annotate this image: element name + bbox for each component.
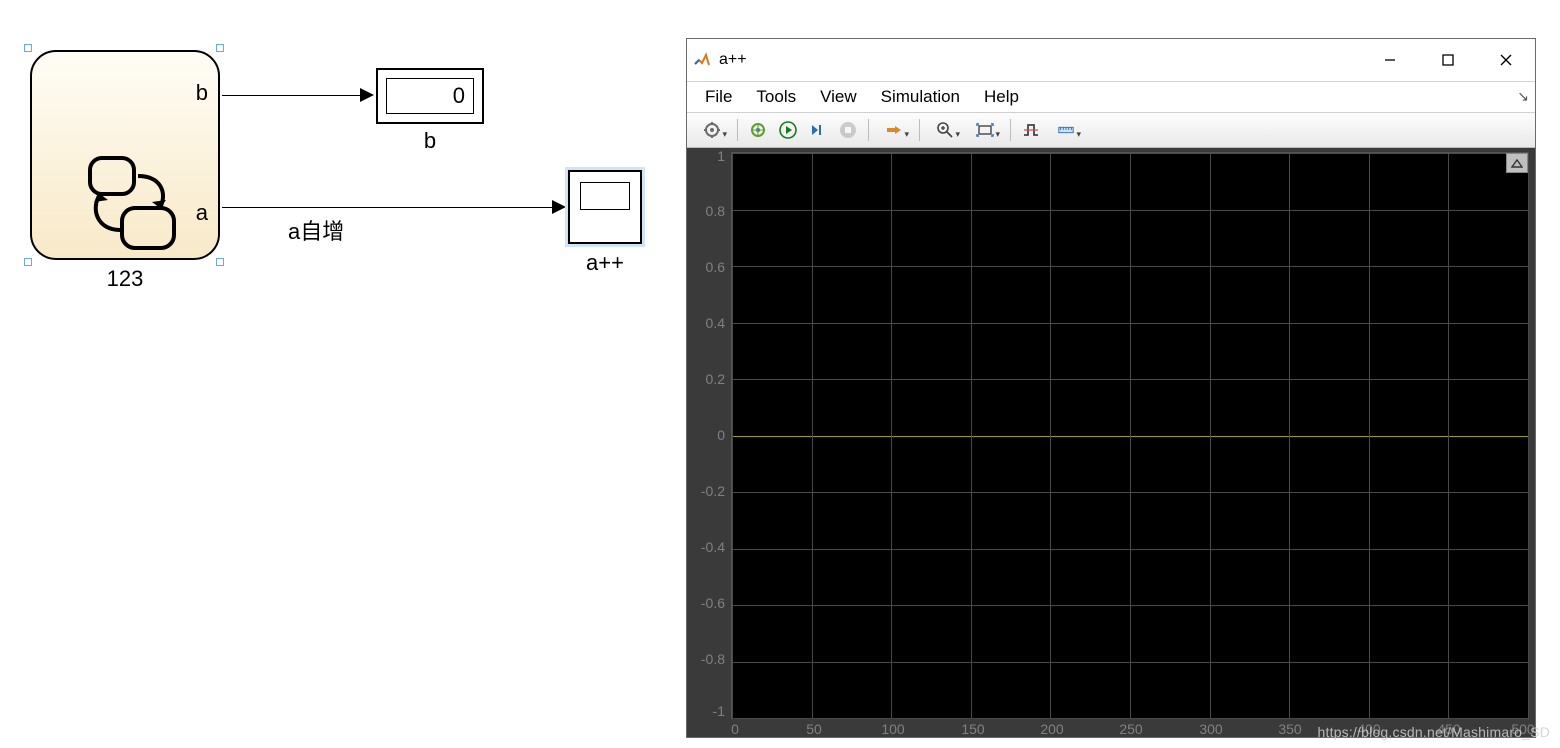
- scope-titlebar[interactable]: a++: [687, 39, 1535, 82]
- scope-menubar: File Tools View Simulation Help ↘: [687, 82, 1535, 113]
- selection-handle[interactable]: [216, 44, 224, 52]
- scope-axes[interactable]: [731, 152, 1529, 719]
- simulink-canvas[interactable]: b a 123 0 b a自增 a++: [0, 0, 680, 748]
- menu-help[interactable]: Help: [976, 82, 1027, 112]
- gridline: [732, 718, 1528, 719]
- y-tick-label: 0.6: [687, 259, 725, 275]
- y-tick-label: 0.8: [687, 203, 725, 219]
- zoom-button[interactable]: [926, 117, 964, 143]
- display-block-name[interactable]: b: [376, 128, 484, 154]
- x-tick-label: 250: [1119, 721, 1142, 737]
- x-tick-label: 50: [806, 721, 822, 737]
- window-controls: [1361, 39, 1535, 81]
- x-tick-label: 300: [1199, 721, 1222, 737]
- expand-axes-button[interactable]: [1506, 153, 1528, 173]
- scope-block-a[interactable]: [568, 170, 642, 244]
- toolbar-separator: [737, 119, 738, 141]
- run-button[interactable]: [774, 117, 802, 143]
- gridline: [1528, 153, 1529, 718]
- scope-icon: [580, 182, 630, 210]
- scope-toolbar: [687, 113, 1535, 148]
- x-tick-label: 500: [1511, 721, 1534, 737]
- y-tick-label: 1: [687, 148, 725, 164]
- menubar-expand-icon[interactable]: ↘: [1517, 88, 1529, 105]
- scope-title: a++: [719, 51, 747, 69]
- display-value: 0: [386, 78, 474, 114]
- x-tick-label: 200: [1040, 721, 1063, 737]
- autoscale-button[interactable]: [966, 117, 1004, 143]
- selection-handle[interactable]: [24, 44, 32, 52]
- maximize-button[interactable]: [1419, 39, 1477, 81]
- y-tick-label: -0.6: [687, 595, 725, 611]
- measurements-button[interactable]: [1047, 117, 1085, 143]
- selection-handle[interactable]: [24, 258, 32, 266]
- y-tick-label: -0.8: [687, 651, 725, 667]
- menu-view[interactable]: View: [812, 82, 865, 112]
- y-tick-label: 0.2: [687, 371, 725, 387]
- signal-line-b[interactable]: [222, 95, 362, 96]
- toolbar-separator: [919, 119, 920, 141]
- minimize-button[interactable]: [1361, 39, 1419, 81]
- selection-handle[interactable]: [216, 258, 224, 266]
- stop-button[interactable]: [834, 117, 862, 143]
- gridline: [891, 153, 892, 718]
- close-button[interactable]: [1477, 39, 1535, 81]
- x-tick-label: 450: [1437, 721, 1460, 737]
- output-port-a-label: a: [196, 200, 208, 226]
- x-tick-label: 350: [1278, 721, 1301, 737]
- display-block-b[interactable]: 0: [376, 68, 484, 124]
- gridline: [1050, 153, 1051, 718]
- gridline: [1448, 153, 1449, 718]
- highlight-signal-button[interactable]: [875, 117, 913, 143]
- gridline: [732, 153, 733, 718]
- menu-file[interactable]: File: [697, 82, 740, 112]
- gridline: [971, 153, 972, 718]
- scope-plot-area[interactable]: 1 0.8 0.6 0.4 0.2 0 -0.2 -0.4 -0.6 -0.8 …: [687, 148, 1535, 737]
- triggers-button[interactable]: [1017, 117, 1045, 143]
- step-forward-button[interactable]: [804, 117, 832, 143]
- x-tick-label: 400: [1357, 721, 1380, 737]
- signal-a-label[interactable]: a自增: [288, 214, 344, 246]
- y-tick-label: 0: [687, 427, 725, 443]
- scope-block-name[interactable]: a++: [568, 250, 642, 276]
- stateflow-block-name[interactable]: 123: [30, 266, 220, 292]
- output-port-b-label: b: [196, 80, 208, 106]
- gridline: [812, 153, 813, 718]
- signal-line-a[interactable]: [222, 207, 554, 208]
- signal-arrow-b: [360, 88, 374, 102]
- x-tick-label: 150: [961, 721, 984, 737]
- configure-button[interactable]: [693, 117, 731, 143]
- y-tick-label: 0.4: [687, 315, 725, 331]
- gridline: [1210, 153, 1211, 718]
- x-tick-label: 100: [881, 721, 904, 737]
- gridline: [1130, 153, 1131, 718]
- toolbar-separator: [1010, 119, 1011, 141]
- toolbar-separator: [868, 119, 869, 141]
- matlab-icon: [693, 51, 711, 69]
- y-tick-label: -1: [687, 703, 725, 719]
- scope-window[interactable]: a++ File Tools View Simulation Help ↘: [686, 38, 1536, 738]
- menu-tools[interactable]: Tools: [748, 82, 804, 112]
- find-signal-button[interactable]: [744, 117, 772, 143]
- y-tick-label: -0.4: [687, 539, 725, 555]
- gridline: [1289, 153, 1290, 718]
- stateflow-icon: [80, 152, 190, 262]
- x-tick-label: 0: [731, 721, 739, 737]
- gridline: [1369, 153, 1370, 718]
- signal-arrow-a: [552, 200, 566, 214]
- stateflow-chart-block[interactable]: b a: [30, 50, 220, 260]
- menu-simulation[interactable]: Simulation: [873, 82, 968, 112]
- y-tick-label: -0.2: [687, 483, 725, 499]
